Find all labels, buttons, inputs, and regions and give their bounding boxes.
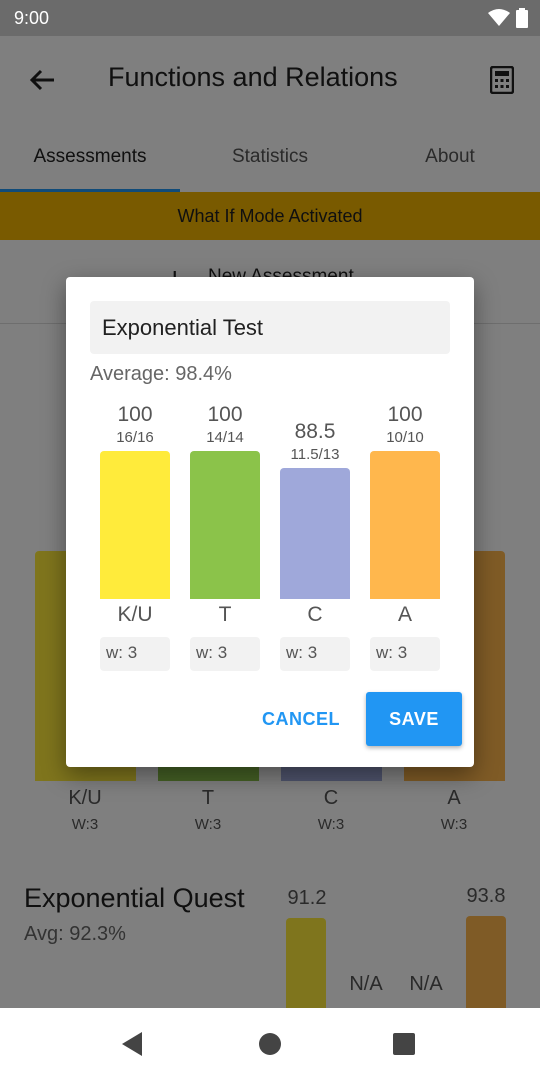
weight-field[interactable]: w: 3 [190, 637, 260, 671]
status-icons [488, 8, 528, 28]
cancel-button[interactable]: CANCEL [246, 692, 356, 746]
weight-field[interactable]: w: 3 [100, 637, 170, 671]
status-bar: 9:00 [0, 0, 540, 36]
bar-value-label: 88.5 [294, 420, 336, 443]
status-time: 9:00 [14, 8, 50, 28]
circle-home-icon [259, 1033, 281, 1055]
triangle-back-icon [122, 1032, 142, 1056]
bar-2 [280, 468, 350, 599]
wifi-icon [488, 9, 510, 26]
weight-field[interactable]: w: 3 [370, 637, 440, 671]
bar-category-label: T [218, 603, 232, 626]
nav-home-button[interactable] [256, 1030, 284, 1058]
assessment-name-field[interactable] [90, 301, 450, 354]
bar-fraction-label: 16/16 [116, 429, 154, 446]
save-button[interactable]: SAVE [366, 692, 462, 746]
edit-assessment-dialog: Average: 98.4% 100 16/16 K/U w: 3 100 14/14 Tw… [66, 277, 474, 767]
battery-icon [516, 8, 528, 28]
bar-value-label: 100 [387, 403, 423, 426]
bar-value-label: 100 [117, 403, 153, 426]
square-recents-icon [393, 1033, 415, 1055]
average-label: Average: 98.4% [90, 363, 232, 385]
nav-back-button[interactable] [118, 1030, 146, 1058]
bar-category-label: C [307, 603, 323, 626]
system-nav-bar [0, 1008, 540, 1080]
bar-fraction-label: 11.5/13 [290, 446, 340, 463]
bar-value-label: 100 [207, 403, 243, 426]
bar-3 [370, 451, 440, 599]
nav-recents-button[interactable] [390, 1030, 418, 1058]
bar-0 [100, 451, 170, 599]
bar-1 [190, 451, 260, 599]
weight-field[interactable]: w: 3 [280, 637, 350, 671]
bar-category-label: K/U [117, 603, 153, 626]
bar-fraction-label: 14/14 [206, 429, 244, 446]
bar-fraction-label: 10/10 [386, 429, 424, 446]
bar-category-label: A [397, 603, 412, 626]
